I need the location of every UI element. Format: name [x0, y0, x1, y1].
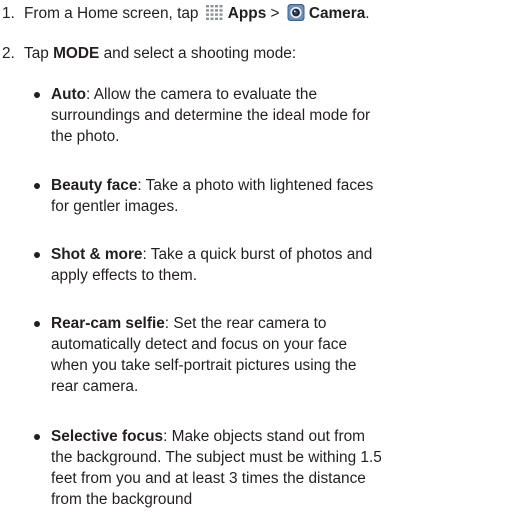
camera-app-icon	[287, 4, 305, 21]
bullet-icon	[34, 92, 40, 98]
step-prefix: From a Home screen, tap	[24, 5, 199, 22]
mode-name: Beauty face	[51, 177, 138, 194]
bullet-icon	[34, 434, 40, 440]
list-item-text: Beauty face: Take a photo with lightened…	[51, 177, 374, 215]
apps-grid-icon	[205, 5, 223, 20]
mode-name: Auto	[51, 86, 87, 103]
step-suffix: and select a shooting mode:	[103, 45, 297, 62]
list-item-text: Auto: Allow the camera to evaluate the s…	[51, 86, 371, 145]
list-item-text: Selective focus: Make objects stand out …	[51, 428, 382, 508]
bullet-icon	[34, 252, 40, 258]
apps-label: Apps	[227, 5, 267, 22]
separator: >	[270, 5, 280, 22]
step-number: 2.	[2, 45, 15, 62]
list-item-text: Shot & more: Take a quick burst of photo…	[51, 246, 373, 284]
list-item-text: Rear-cam selfie: Set the rear camera to …	[51, 315, 357, 395]
step-text: Tap MODE and select a shooting mode:	[24, 43, 296, 64]
bullet-icon	[34, 321, 40, 327]
mode-name: Rear-cam selfie	[51, 315, 165, 332]
instructions-page: 1. From a Home screen, tap Apps > Camera…	[0, 0, 513, 513]
mode-label: MODE	[53, 45, 100, 62]
step-number: 1.	[2, 5, 15, 22]
bullet-icon	[34, 183, 40, 189]
mode-name: Shot & more	[51, 246, 143, 263]
mode-name: Selective focus	[51, 428, 164, 445]
step-suffix: .	[365, 5, 370, 22]
step-prefix: Tap	[24, 45, 49, 62]
camera-label: Camera	[308, 5, 366, 22]
step-text: From a Home screen, tap Apps > Camera.	[24, 3, 370, 24]
